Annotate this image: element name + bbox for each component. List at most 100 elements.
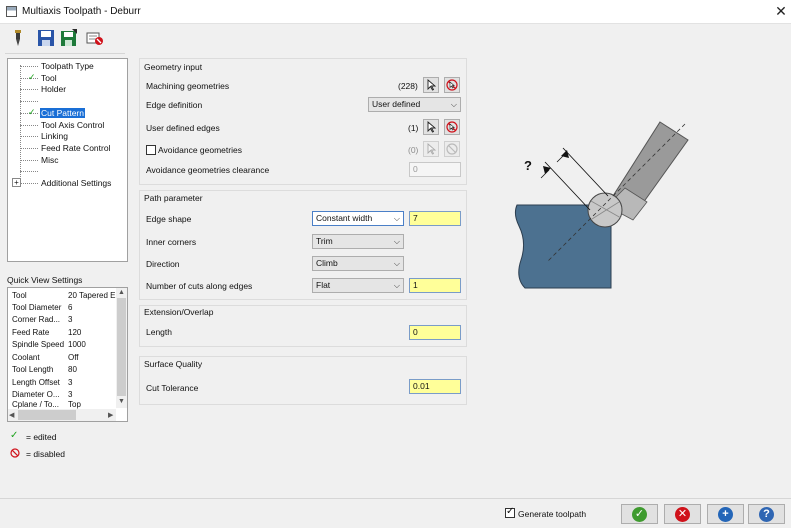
direction-select[interactable]: Climb ⌵ [312, 256, 404, 271]
machining-geometries-count: (228) [398, 81, 418, 91]
help-icon: ? [759, 507, 774, 522]
group-title: Surface Quality [144, 359, 203, 369]
clear-machining-button[interactable] [444, 77, 460, 93]
list-item: Tool 20 Tapered E [12, 291, 116, 300]
tool-icon[interactable] [9, 29, 27, 47]
add-button[interactable]: + [707, 504, 744, 524]
scroll-down-icon[interactable]: ▼ [118, 398, 125, 405]
diagram-question-mark: ? [524, 158, 532, 173]
select-machining-button[interactable] [423, 77, 439, 93]
length-input[interactable]: 0 [409, 325, 461, 340]
check-icon: ✓ [632, 507, 647, 522]
quick-view-label: Quick View Settings [7, 275, 83, 285]
disabled-icon [10, 448, 20, 458]
edge-definition-select[interactable]: User defined ⌵ [368, 97, 461, 112]
edge-shape-value-input[interactable]: 7 [409, 211, 461, 226]
edited-check-icon: ✓ [28, 107, 36, 117]
avoidance-geometries-label: Avoidance geometries [158, 145, 242, 155]
direction-label: Direction [146, 259, 180, 269]
title-bar: Multiaxis Toolpath - Deburr ✕ [0, 0, 791, 24]
edge-shape-select[interactable]: Constant width ⌵ [312, 211, 404, 226]
tree-item-tool-axis-control[interactable]: Tool Axis Control [40, 120, 105, 130]
legend-edited: = edited [26, 432, 57, 442]
save-as-icon[interactable] [60, 29, 78, 47]
list-item: Coolant Off [12, 353, 79, 362]
group-title: Geometry input [144, 62, 203, 72]
scrollbar-thumb[interactable] [18, 410, 76, 420]
group-title: Extension/Overlap [144, 307, 214, 317]
avoidance-clearance-label: Avoidance geometries clearance [146, 165, 270, 175]
avoidance-geometries-count: (0) [408, 145, 419, 155]
list-item: Tool Diameter 6 [12, 303, 73, 312]
cancel-button[interactable]: ✕ [664, 504, 701, 524]
window-title: Multiaxis Toolpath - Deburr [22, 6, 141, 17]
scroll-right-icon[interactable]: ▶ [108, 411, 113, 419]
select-edges-button[interactable] [423, 119, 439, 135]
edge-definition-label: Edge definition [146, 100, 203, 110]
scrollbar-thumb[interactable] [117, 298, 126, 396]
tree-item-toolpath-type[interactable]: Toolpath Type [40, 61, 95, 71]
user-defined-edges-count: (1) [408, 123, 419, 133]
number-of-cuts-label: Number of cuts along edges [146, 281, 253, 291]
list-item: Length Offset 3 [12, 378, 73, 387]
tree-item-tool[interactable]: Tool [40, 73, 58, 83]
disabled-icon [446, 143, 458, 155]
navigation-tree: Toolpath Type ✓ Tool Holder ✓ Cut Patter… [7, 58, 128, 262]
expand-icon[interactable]: + [12, 178, 21, 187]
avoidance-geometries-checkbox[interactable] [146, 145, 156, 155]
tree-item-misc[interactable]: Misc [40, 155, 59, 165]
close-window-button[interactable]: ✕ [772, 2, 790, 20]
clear-icon[interactable] [86, 29, 104, 47]
quick-view-list: Tool 20 Tapered E Tool Diameter 6 Corner R… [7, 287, 128, 422]
cursor-icon [427, 121, 437, 133]
scroll-left-icon[interactable]: ◀ [9, 411, 14, 419]
tree-item-linking[interactable]: Linking [40, 131, 69, 141]
list-item: Cplane / To... Top [12, 401, 81, 409]
legend-disabled: = disabled [26, 449, 65, 459]
help-button[interactable]: ? [748, 504, 785, 524]
edge-shape-label: Edge shape [146, 214, 192, 224]
edited-check-icon: ✓ [10, 430, 19, 441]
footer-divider [0, 498, 791, 499]
tree-item-additional-settings[interactable]: Additional Settings [40, 178, 112, 188]
group-title: Path parameter [144, 193, 203, 203]
plus-icon: + [718, 507, 733, 522]
list-item: Tool Length 80 [12, 365, 77, 374]
generate-toolpath-label: Generate toolpath [518, 509, 587, 519]
number-of-cuts-input[interactable]: 1 [409, 278, 461, 293]
scroll-up-icon[interactable]: ▲ [118, 289, 125, 296]
machining-geometries-label: Machining geometries [146, 81, 230, 91]
clear-edges-button[interactable] [444, 119, 460, 135]
list-item: Corner Rad... 3 [12, 315, 73, 324]
app-icon [6, 6, 17, 17]
select-avoidance-button[interactable] [423, 141, 439, 157]
generate-toolpath-checkbox[interactable]: ✓ [505, 506, 515, 518]
check-icon: ✓ [506, 506, 515, 517]
clear-avoidance-button[interactable] [444, 141, 460, 157]
list-item: Diameter O... 3 [12, 390, 73, 399]
save-icon[interactable] [37, 29, 55, 47]
list-item: Feed Rate 120 [12, 328, 82, 337]
close-icon: ✕ [675, 507, 690, 522]
user-defined-edges-label: User defined edges [146, 123, 220, 133]
cut-tolerance-label: Cut Tolerance [146, 383, 199, 393]
avoidance-clearance-input[interactable]: 0 [409, 162, 461, 177]
disabled-icon [446, 79, 458, 91]
inner-corners-select[interactable]: Trim ⌵ [312, 234, 404, 249]
chevron-down-icon: ⌵ [393, 214, 400, 223]
cursor-icon [427, 143, 437, 155]
edited-check-icon: ✓ [28, 72, 36, 82]
tree-item-holder[interactable]: Holder [40, 84, 67, 94]
inner-corners-label: Inner corners [146, 237, 197, 247]
tree-item-feed-rate-control[interactable]: Feed Rate Control [40, 143, 111, 153]
chevron-down-icon: ⌵ [393, 259, 400, 268]
cursor-icon [427, 79, 437, 91]
cut-tolerance-input[interactable]: 0.01 [409, 379, 461, 394]
deburr-illustration: ? [505, 110, 705, 300]
list-item: Spindle Speed 1000 [12, 340, 86, 349]
number-of-cuts-select[interactable]: Flat ⌵ [312, 278, 404, 293]
toolbar-divider [5, 53, 125, 54]
ok-button[interactable]: ✓ [621, 504, 658, 524]
length-label: Length [146, 327, 172, 337]
tree-item-cut-pattern[interactable]: Cut Pattern [40, 108, 85, 118]
